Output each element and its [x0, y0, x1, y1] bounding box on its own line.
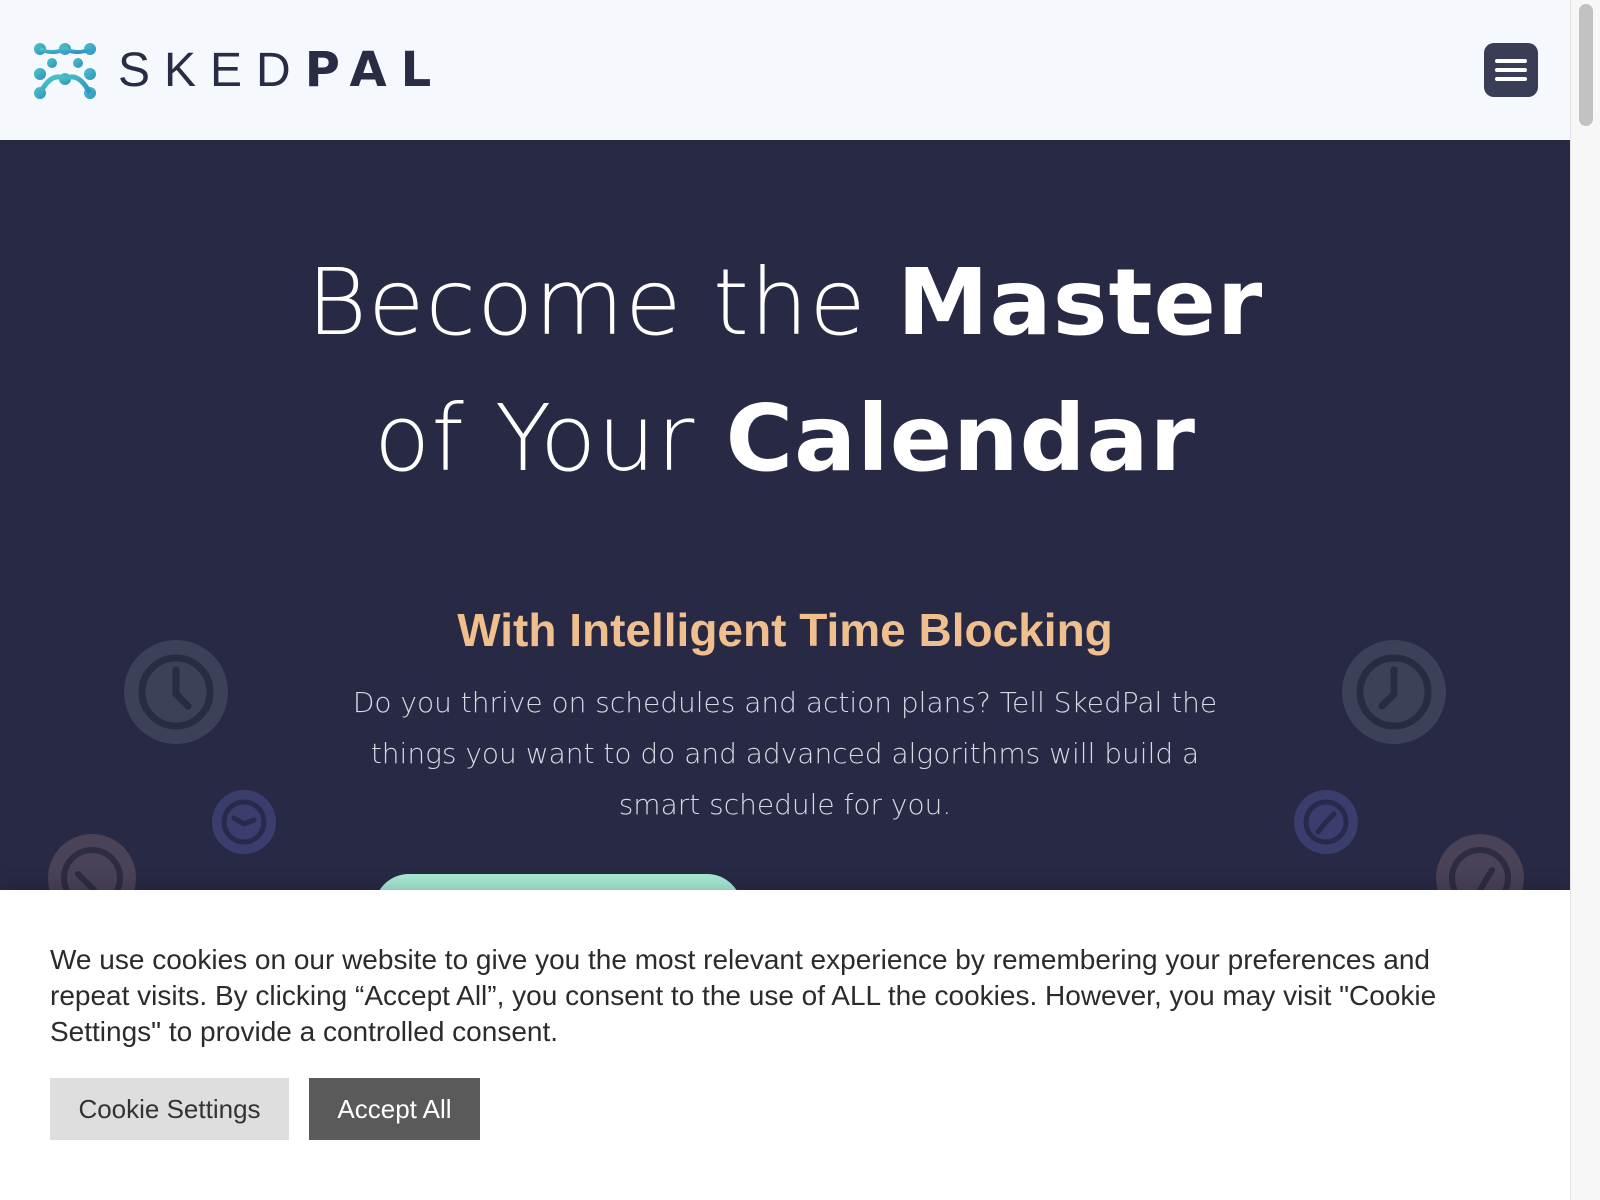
site-header: SKEDPAL: [0, 0, 1570, 140]
vertical-scrollbar[interactable]: [1570, 0, 1600, 1200]
hero-title-line1-light: Become the: [306, 249, 898, 356]
hamburger-icon-bar: [1495, 77, 1527, 81]
hero-title: Become the Master of Your Calendar: [0, 235, 1570, 507]
cookie-banner: We use cookies on our website to give yo…: [0, 890, 1570, 1200]
scrollbar-thumb[interactable]: [1579, 4, 1593, 126]
logo-wordmark: SKEDPAL: [118, 40, 445, 101]
logo-text-light: SKED: [118, 44, 305, 97]
hero-description: Do you thrive on schedules and action pl…: [352, 686, 1218, 821]
hero-title-line2-bold: Calendar: [725, 385, 1196, 492]
skedpal-logo-icon: [34, 42, 96, 99]
logo-text-bold: PAL: [304, 42, 446, 98]
hamburger-menu-button[interactable]: [1484, 43, 1538, 97]
clock-icon: [1294, 790, 1358, 854]
hero-subtitle: With Intelligent Time Blocking: [457, 604, 1113, 656]
hero-section: Become the Master of Your Calendar With …: [0, 140, 1570, 900]
hero-title-line2-light: of Your: [374, 385, 726, 492]
hamburger-icon: [1495, 59, 1527, 63]
page: SKEDPAL Become the Master of Your Calend…: [0, 0, 1570, 1200]
hero-title-line1-bold: Master: [897, 249, 1264, 356]
cookie-settings-button[interactable]: Cookie Settings: [50, 1078, 289, 1140]
hamburger-icon-bar: [1495, 68, 1527, 72]
accept-all-button[interactable]: Accept All: [309, 1078, 480, 1140]
clock-icon: [212, 790, 276, 854]
cookie-message: We use cookies on our website to give yo…: [50, 944, 1437, 1047]
logo[interactable]: SKEDPAL: [32, 40, 445, 101]
